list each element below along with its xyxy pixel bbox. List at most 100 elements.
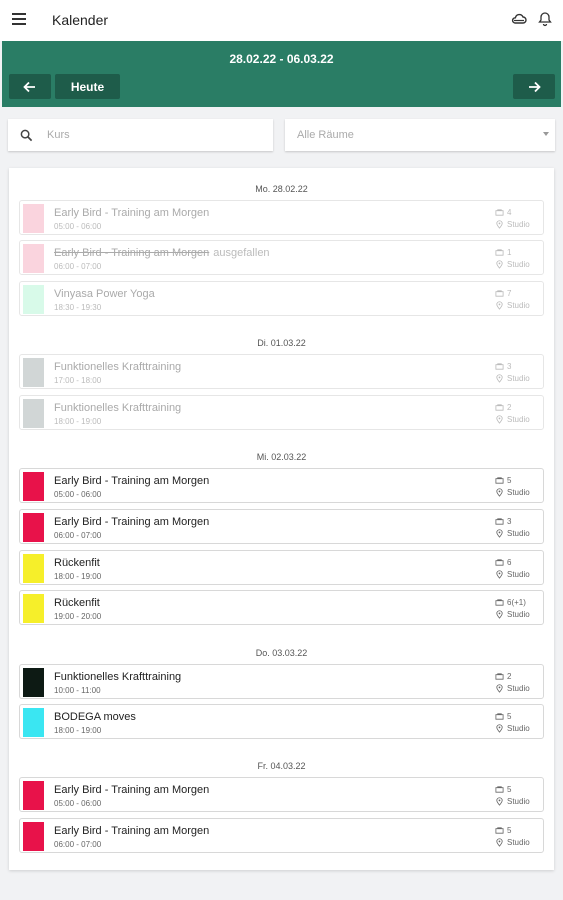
event-title: Rückenfit [54, 557, 100, 569]
participants-icon [495, 517, 504, 525]
participant-count: 4 [507, 207, 512, 217]
day-header: Fr. 04.03.22 [257, 761, 306, 771]
previous-week-button[interactable] [9, 74, 51, 99]
event-row[interactable]: Early Bird - Training am Morgen ausgefall… [19, 240, 544, 275]
location-pin-icon [496, 683, 503, 693]
event-meta: 2 Studio [495, 670, 533, 694]
event-time: 06:00 - 07:00 [54, 531, 102, 540]
participants-icon [495, 826, 504, 834]
location-pin-icon [496, 414, 503, 424]
day-header: Mi. 02.03.22 [256, 452, 307, 462]
event-row[interactable]: Rückenfit 19:00 - 20:00 6(+1) Studio [19, 590, 544, 625]
week-navigation: 28.02.22 - 06.03.22 Heute [2, 41, 561, 107]
event-title: Early Bird - Training am Morgen [54, 825, 210, 837]
event-row[interactable]: Early Bird - Training am Morgen 05:00 - … [19, 468, 544, 503]
room-name: Studio [507, 259, 530, 269]
location-pin-icon [496, 487, 503, 497]
event-row[interactable]: Funktionelles Krafttraining 18:00 - 19:0… [19, 395, 544, 430]
event-meta: 6 Studio [495, 556, 533, 580]
event-meta: 2 Studio [495, 401, 533, 425]
page-title: Kalender [52, 12, 109, 28]
event-color [23, 708, 44, 737]
room-name: Studio [507, 796, 530, 806]
event-meta: 5 Studio [495, 824, 533, 848]
event-meta: 6(+1) Studio [495, 596, 533, 620]
participants-icon [495, 208, 504, 216]
arrow-left-icon [23, 81, 35, 92]
participant-count: 6(+1) [507, 597, 526, 607]
participant-count: 5 [507, 475, 512, 485]
menu-icon[interactable] [12, 13, 26, 25]
event-row[interactable]: Funktionelles Krafttraining 10:00 - 11:0… [19, 664, 544, 699]
location-pin-icon [496, 300, 503, 310]
room-name: Studio [507, 487, 530, 497]
event-time: 05:00 - 06:00 [54, 222, 102, 231]
event-meta: 7 Studio [495, 287, 533, 311]
arrow-right-icon [529, 81, 541, 92]
room-name: Studio [507, 300, 530, 310]
event-time: 06:00 - 07:00 [54, 262, 102, 271]
participants-icon [495, 672, 504, 680]
event-color [23, 781, 44, 810]
bell-icon[interactable] [537, 11, 553, 27]
participants-icon [495, 598, 504, 606]
event-title: Early Bird - Training am Morgen [54, 516, 210, 528]
room-select[interactable]: Alle Räume [285, 119, 555, 151]
cloud-icon[interactable] [511, 11, 527, 27]
participants-icon [495, 712, 504, 720]
location-pin-icon [496, 609, 503, 619]
event-meta: 5 Studio [495, 710, 533, 734]
participant-count: 2 [507, 671, 512, 681]
event-row[interactable]: Early Bird - Training am Morgen 05:00 - … [19, 200, 544, 235]
day-header: Di. 01.03.22 [257, 338, 306, 348]
event-time: 19:00 - 20:00 [54, 612, 102, 621]
event-row[interactable]: Early Bird - Training am Morgen 06:00 - … [19, 509, 544, 544]
event-color [23, 513, 44, 542]
next-week-button[interactable] [513, 74, 555, 99]
event-meta: 4 Studio [495, 206, 533, 230]
course-search-input[interactable] [47, 129, 247, 141]
course-search[interactable] [8, 119, 273, 151]
room-name: Studio [507, 683, 530, 693]
event-title: Rückenfit [54, 597, 100, 609]
event-time: 18:00 - 19:00 [54, 417, 102, 426]
event-row[interactable]: Funktionelles Krafttraining 17:00 - 18:0… [19, 354, 544, 389]
event-color [23, 358, 44, 387]
event-row[interactable]: Vinyasa Power Yoga 18:30 - 19:30 7 Studi… [19, 281, 544, 316]
event-row[interactable]: BODEGA moves 18:00 - 19:00 5 Studio [19, 704, 544, 739]
location-pin-icon [496, 569, 503, 579]
event-color [23, 244, 44, 273]
cancelled-tag: ausgefallen [213, 247, 270, 259]
event-row[interactable]: Rückenfit 18:00 - 19:00 6 Studio [19, 550, 544, 585]
room-name: Studio [507, 837, 530, 847]
event-title: BODEGA moves [54, 711, 136, 723]
room-select-value: Alle Räume [297, 129, 354, 141]
room-name: Studio [507, 414, 530, 424]
participants-icon [495, 403, 504, 411]
event-color [23, 668, 44, 697]
today-button[interactable]: Heute [55, 74, 120, 99]
event-time: 05:00 - 06:00 [54, 490, 102, 499]
chevron-down-icon [543, 132, 549, 136]
room-name: Studio [507, 723, 530, 733]
filter-bar: Alle Räume [0, 119, 563, 151]
participants-icon [495, 476, 504, 484]
day-header: Mo. 28.02.22 [255, 184, 308, 194]
event-meta: 1 Studio [495, 246, 533, 270]
search-icon [20, 129, 33, 141]
event-meta: 5 Studio [495, 474, 533, 498]
app-bar: Kalender [0, 0, 563, 41]
participant-count: 7 [507, 288, 512, 298]
participant-count: 3 [507, 516, 512, 526]
participants-icon [495, 248, 504, 256]
event-row[interactable]: Early Bird - Training am Morgen 05:00 - … [19, 777, 544, 812]
event-title: Funktionelles Krafttraining [54, 671, 182, 683]
event-color [23, 472, 44, 501]
room-name: Studio [507, 219, 530, 229]
event-row[interactable]: Early Bird - Training am Morgen 06:00 - … [19, 818, 544, 853]
event-color [23, 204, 44, 233]
location-pin-icon [496, 259, 503, 269]
app-bar-actions [511, 11, 553, 27]
room-name: Studio [507, 609, 530, 619]
event-title: Early Bird - Training am Morgen [54, 207, 210, 219]
